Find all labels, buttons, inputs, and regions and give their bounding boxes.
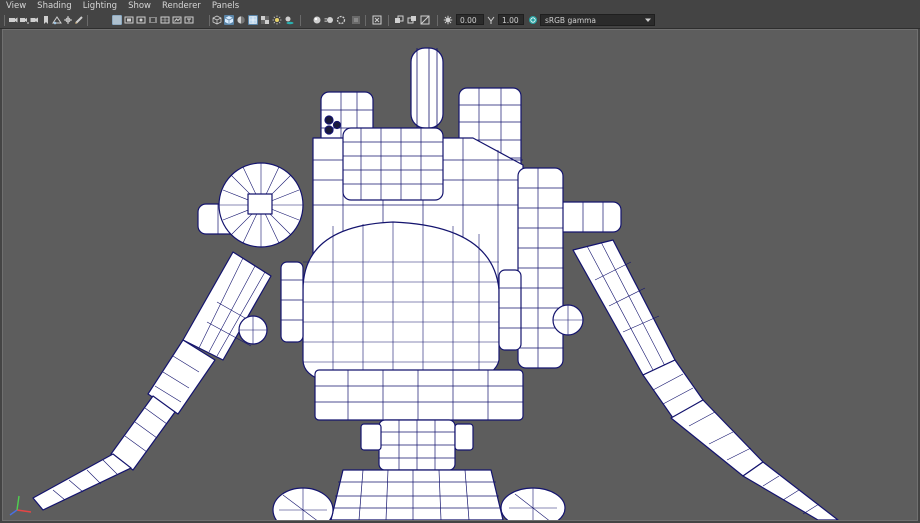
menu-lighting[interactable]: Lighting <box>77 0 122 13</box>
color-management-icon[interactable] <box>528 15 538 25</box>
backface-culling-icon[interactable] <box>420 15 430 25</box>
resolution-gate-icon[interactable] <box>136 15 146 25</box>
menu-view[interactable]: View <box>0 0 31 13</box>
toolbar-separator <box>388 15 389 26</box>
camera-attributes-icon[interactable] <box>8 15 18 25</box>
use-all-lights-icon[interactable] <box>272 15 282 25</box>
grid-icon[interactable] <box>112 15 122 25</box>
panel-toolbar: 0.00 1.00 sRGB gamma <box>0 13 920 29</box>
menu-show[interactable]: Show <box>122 0 156 13</box>
xray-icon[interactable] <box>394 15 404 25</box>
gamma-icon[interactable] <box>486 15 496 25</box>
depth-of-field-icon[interactable] <box>351 15 361 25</box>
safe-action-icon[interactable] <box>172 15 182 25</box>
camera-select-icon[interactable] <box>19 15 29 25</box>
gate-mask-icon[interactable] <box>148 15 158 25</box>
panel-menu-bar: View Shading Lighting Show Renderer Pane… <box>0 0 920 13</box>
menu-panels[interactable]: Panels <box>206 0 244 13</box>
smooth-shade-icon[interactable] <box>224 15 234 25</box>
menu-shading[interactable]: Shading <box>31 0 77 13</box>
maya-viewport-panel: View Shading Lighting Show Renderer Pane… <box>0 0 920 523</box>
two-d-pan-zoom-icon[interactable] <box>63 15 73 25</box>
exposure-icon[interactable] <box>443 15 453 25</box>
robot-wireframe-model <box>32 47 839 520</box>
toolbar-separator <box>365 15 366 26</box>
menu-renderer[interactable]: Renderer <box>156 0 206 13</box>
color-space-label: sRGB gamma <box>545 16 597 25</box>
perspective-viewport[interactable] <box>2 29 918 521</box>
screen-space-ao-icon[interactable] <box>312 15 322 25</box>
lock-camera-icon[interactable] <box>30 15 40 25</box>
exposure-field[interactable]: 0.00 <box>456 14 484 25</box>
shadows-icon[interactable] <box>284 15 294 25</box>
default-material-icon[interactable] <box>236 15 246 25</box>
multisample-aa-icon[interactable] <box>336 15 346 25</box>
toolbar-separator <box>4 15 5 26</box>
wireframe-on-shaded-icon[interactable] <box>248 15 258 25</box>
xray-active-components-icon[interactable] <box>407 15 417 25</box>
motion-blur-icon[interactable] <box>324 15 334 25</box>
gamma-field[interactable]: 1.00 <box>498 14 524 25</box>
isolate-select-icon[interactable] <box>372 15 382 25</box>
image-plane-icon[interactable] <box>52 15 62 25</box>
bookmark-icon[interactable] <box>41 15 51 25</box>
view-axis-gizmo <box>9 490 35 516</box>
wireframe-icon[interactable] <box>212 15 222 25</box>
grease-pencil-icon[interactable] <box>74 15 84 25</box>
toolbar-separator <box>87 15 88 26</box>
color-space-dropdown[interactable]: sRGB gamma <box>540 14 655 26</box>
textured-icon[interactable] <box>260 15 270 25</box>
toolbar-separator <box>209 15 210 26</box>
toolbar-separator <box>437 15 438 26</box>
film-gate-icon[interactable] <box>124 15 134 25</box>
chevron-down-icon <box>643 15 653 25</box>
field-chart-icon[interactable] <box>160 15 170 25</box>
safe-title-icon[interactable] <box>184 15 194 25</box>
toolbar-separator <box>300 15 301 26</box>
